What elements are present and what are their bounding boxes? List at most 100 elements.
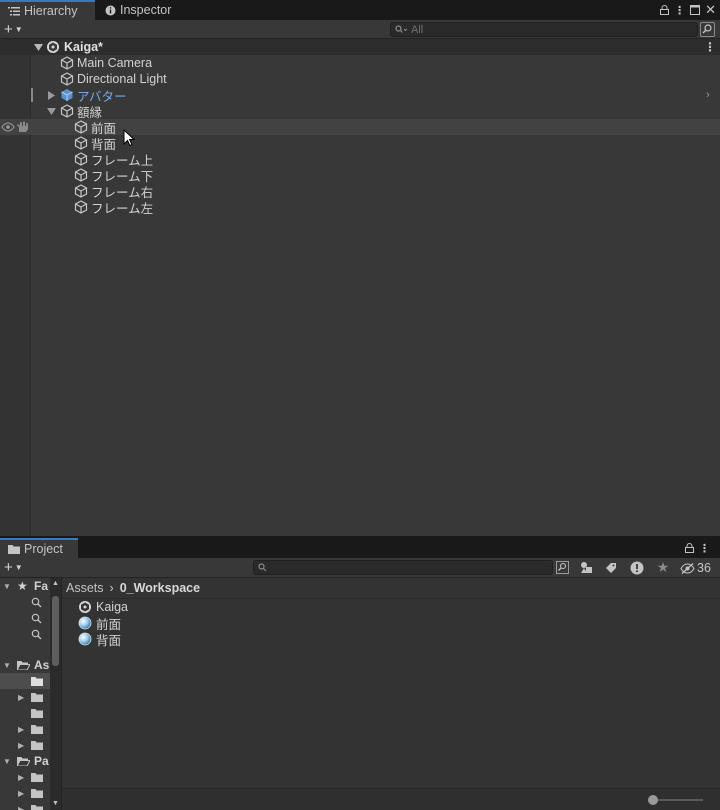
gameobject-cube-icon — [60, 56, 74, 70]
hierarchy-row-label: フレーム左 — [91, 201, 154, 216]
mouse-cursor-icon — [123, 129, 135, 147]
plus-icon: + — [4, 21, 13, 38]
scroll-down-arrow-icon[interactable]: ▼ — [52, 800, 59, 807]
hierarchy-search-input[interactable]: All — [390, 22, 698, 37]
more-menu-icon[interactable]: ⋮ — [674, 4, 685, 17]
file-item-label: 背面 — [96, 633, 122, 648]
filter-by-log-type-button[interactable] — [626, 559, 648, 576]
scene-menu-icon[interactable]: ⋮ — [704, 40, 716, 54]
expand-arrow-icon[interactable]: ▶ — [18, 725, 24, 734]
tree-folder[interactable]: ▶ — [0, 737, 50, 753]
lock-icon[interactable] — [660, 5, 670, 15]
gameobject-cube-icon — [74, 168, 88, 182]
hierarchy-tabbar: Hierarchy Inspector ⋮ ✕ — [0, 0, 720, 20]
tree-favorites[interactable]: ▼ ★ Fa — [0, 578, 50, 594]
tree-favorite-search-item[interactable] — [0, 610, 50, 626]
hierarchy-toolbar: + ▼ All — [0, 20, 720, 39]
gameobject-cube-icon — [74, 152, 88, 166]
pickable-hand-icon[interactable] — [16, 121, 29, 133]
breadcrumb-assets[interactable]: Assets — [66, 581, 104, 595]
project-search-input[interactable] — [253, 560, 553, 575]
icon-size-slider-thumb[interactable] — [648, 795, 658, 805]
hierarchy-panel: Kaiga* ⋮ Main Camera Directional Light ア… — [0, 39, 720, 536]
folder-icon — [31, 725, 43, 734]
tag-icon — [606, 562, 616, 573]
icon-size-slider-track[interactable] — [651, 799, 703, 801]
tree-packages[interactable]: ▼ Pa — [0, 753, 50, 769]
breadcrumb-separator: › — [109, 581, 114, 595]
expand-arrow-icon[interactable] — [46, 90, 56, 100]
search-icon — [258, 563, 267, 572]
material-icon — [78, 616, 92, 630]
tree-favorites-label: Fa — [34, 579, 49, 593]
gameobject-cube-icon — [74, 120, 88, 134]
expand-arrow-icon[interactable]: ▶ — [18, 805, 24, 810]
open-prefab-chevron-icon[interactable]: › — [706, 89, 710, 101]
folder-open-icon — [17, 661, 30, 670]
tree-package-folder[interactable]: ▶ — [0, 801, 50, 810]
tree-folder[interactable]: ▶ — [0, 721, 50, 737]
scene-visibility-toggle-button[interactable] — [700, 22, 715, 37]
chevron-down-icon: ▼ — [14, 25, 23, 34]
unity-scene-icon — [79, 601, 91, 613]
scene-row-kaiga[interactable]: Kaiga* ⋮ — [0, 39, 720, 55]
tree-assets-label: As — [34, 658, 50, 672]
folder-icon — [31, 741, 43, 750]
folder-icon — [31, 677, 43, 686]
tree-scrollbar[interactable]: ▲ ▼ — [50, 578, 61, 810]
scrollbar-thumb[interactable] — [52, 596, 59, 666]
expand-arrow-icon[interactable] — [33, 42, 43, 52]
expand-arrow-icon[interactable]: ▶ — [18, 693, 24, 702]
hierarchy-row-main-camera[interactable]: Main Camera — [0, 55, 720, 71]
file-item-material-back[interactable]: 背面 — [78, 631, 122, 648]
filter-by-type-button[interactable] — [575, 559, 597, 576]
gameobject-cube-icon — [60, 104, 74, 118]
expand-arrow-icon[interactable]: ▶ — [18, 773, 24, 782]
tab-inspector[interactable]: Inspector — [97, 0, 179, 20]
tab-project[interactable]: Project — [0, 538, 78, 558]
search-icon — [31, 613, 42, 624]
breadcrumb-current[interactable]: 0_Workspace — [120, 581, 200, 595]
create-button[interactable]: + ▼ — [4, 21, 23, 38]
close-icon[interactable]: ✕ — [705, 2, 716, 18]
project-toolbar: + ▼ ★ 36 — [0, 558, 720, 578]
more-menu-icon[interactable]: ⋮ — [699, 542, 710, 555]
tree-folder[interactable]: ▶ — [0, 689, 50, 705]
material-icon — [78, 632, 92, 646]
tree-package-folder[interactable]: ▶ — [0, 769, 50, 785]
expand-arrow-icon[interactable]: ▼ — [3, 757, 11, 766]
favorites-button[interactable]: ★ — [652, 559, 674, 576]
tree-package-folder[interactable]: ▶ — [0, 785, 50, 801]
hidden-packages-toggle[interactable]: 36 — [680, 560, 711, 576]
tree-favorite-search-item[interactable] — [0, 626, 50, 642]
scroll-up-arrow-icon[interactable]: ▲ — [52, 580, 59, 587]
folder-icon — [31, 773, 43, 782]
tree-assets[interactable]: ▼ As — [0, 657, 50, 673]
hierarchy-row-avatar-prefab[interactable]: アバター › — [0, 87, 720, 104]
search-icon — [395, 25, 407, 33]
tree-favorite-search-item[interactable] — [0, 594, 50, 610]
visibility-eye-icon[interactable] — [1, 122, 15, 132]
lock-icon[interactable] — [685, 543, 694, 553]
expand-arrow-icon[interactable]: ▼ — [3, 582, 11, 591]
expand-arrow-icon[interactable] — [46, 106, 56, 116]
maximize-icon[interactable] — [690, 5, 701, 15]
window-controls: ⋮ ✕ — [660, 0, 716, 20]
tab-hierarchy[interactable]: Hierarchy — [0, 0, 95, 20]
folder-icon — [31, 709, 43, 718]
tree-folder[interactable] — [0, 705, 50, 721]
gameobject-cube-icon — [74, 184, 88, 198]
tree-packages-label: Pa — [34, 754, 49, 768]
tree-folder-selected[interactable] — [0, 673, 50, 689]
expand-arrow-icon[interactable]: ▶ — [18, 741, 24, 750]
expand-arrow-icon[interactable]: ▼ — [3, 661, 11, 670]
project-content-pane: Assets › 0_Workspace Kaiga 前面 背面 — [62, 578, 720, 810]
expand-arrow-icon[interactable]: ▶ — [18, 789, 24, 798]
search-in-window-button[interactable] — [551, 559, 573, 576]
hierarchy-row-frame-left[interactable]: フレーム左 — [0, 199, 720, 216]
breadcrumb: Assets › 0_Workspace — [66, 580, 200, 596]
project-create-button[interactable]: + ▼ — [4, 559, 23, 576]
filter-by-label-button[interactable] — [600, 559, 622, 576]
project-tabbar: Project ⋮ — [0, 538, 720, 558]
tab-project-label: Project — [24, 542, 63, 556]
